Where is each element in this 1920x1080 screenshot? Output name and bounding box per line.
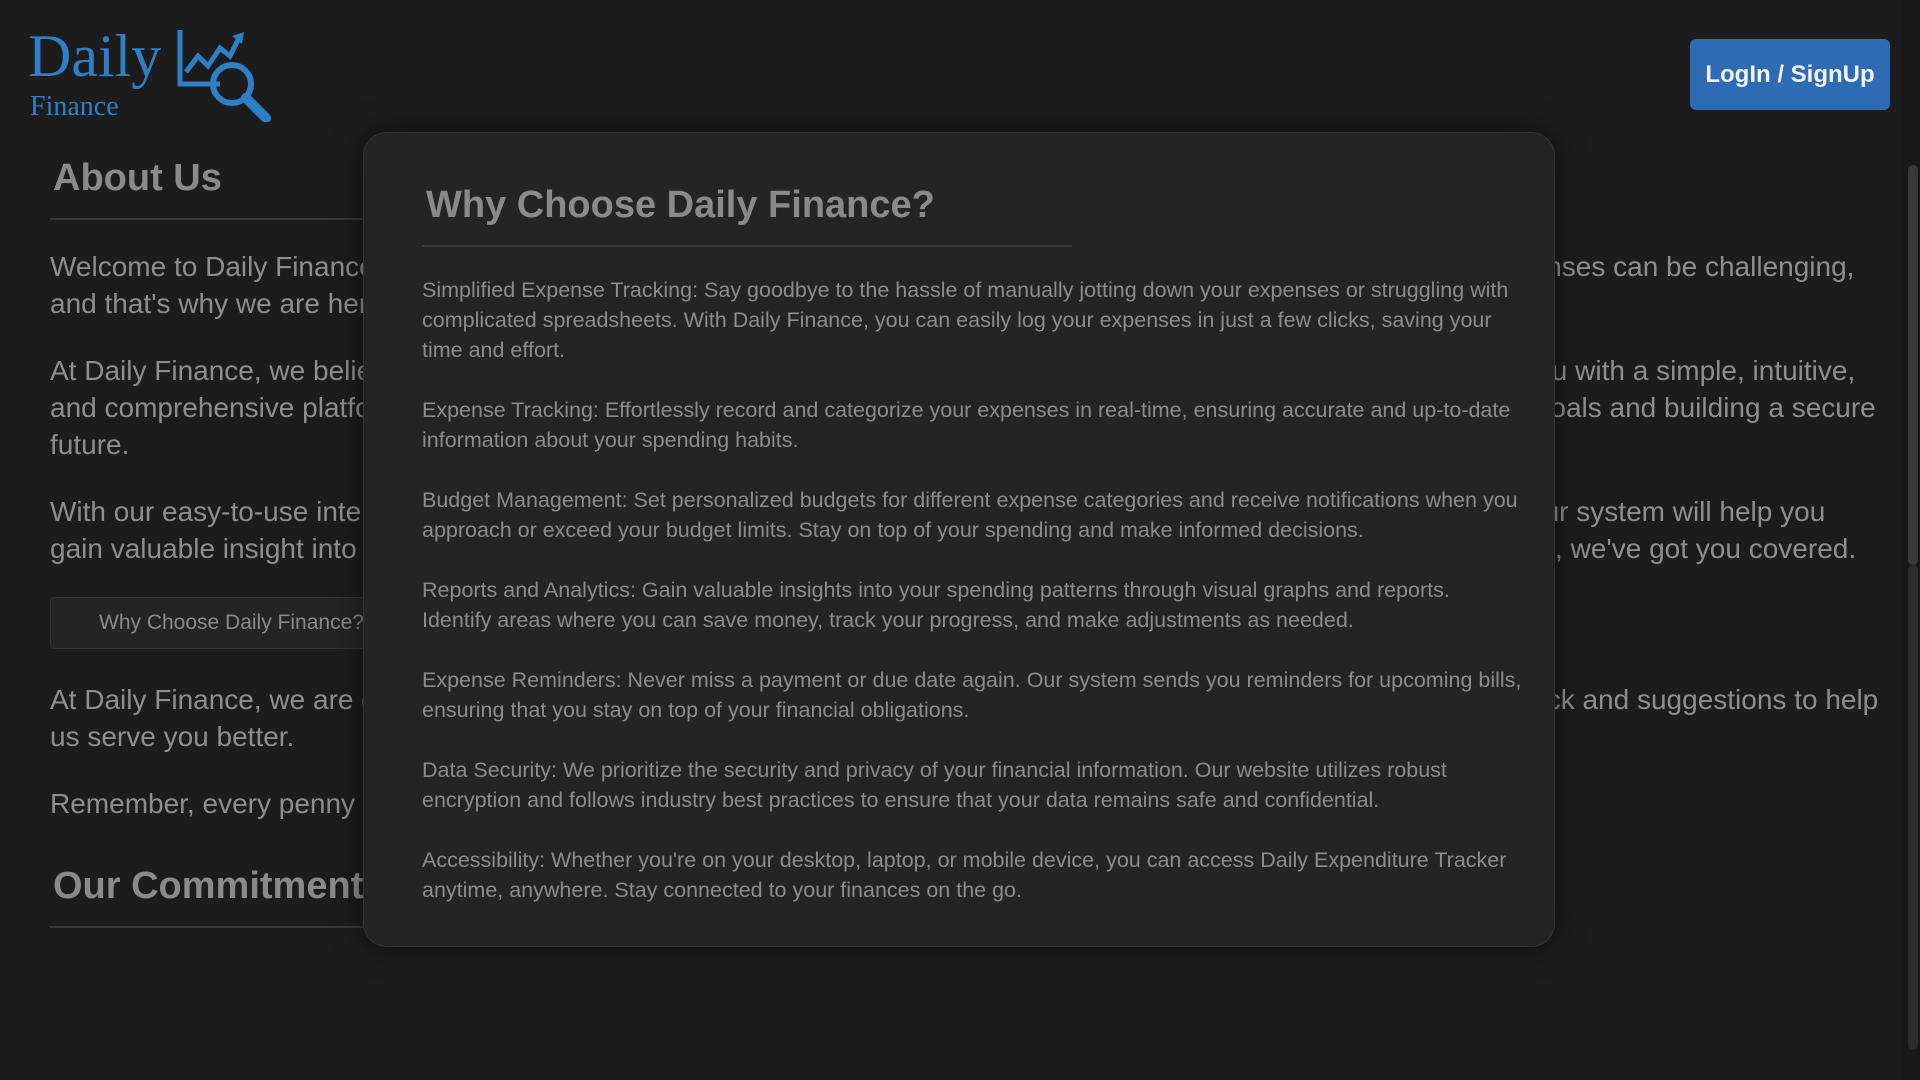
modal-feature-item: Accessibility: Whether you're on your de… — [422, 848, 1507, 902]
scrollbar-thumb[interactable] — [1908, 165, 1918, 565]
logo[interactable]: Daily Finance — [28, 20, 278, 125]
modal-feature-item: Expense Tracking: Effortlessly record an… — [422, 398, 1511, 452]
modal-feature-item: Data Security: We prioritize the securit… — [422, 758, 1447, 812]
modal-feature-item: Expense Reminders: Never miss a payment … — [422, 668, 1522, 722]
logo-word-finance: Finance — [30, 91, 119, 122]
logo-word-daily: Daily — [28, 23, 162, 89]
modal-feature-item: Reports and Analytics: Gain valuable ins… — [422, 578, 1450, 632]
site-header: Daily Finance LogIn / SignUp — [0, 0, 1920, 130]
page-scrollbar[interactable] — [1902, 0, 1920, 1080]
scrollbar-track-lower — [1908, 565, 1918, 1050]
why-choose-modal: Why Choose Daily Finance? Simplified Exp… — [363, 132, 1555, 947]
modal-divider — [422, 245, 1072, 247]
modal-title: Why Choose Daily Finance? — [426, 184, 935, 226]
chart-magnifier-icon — [177, 30, 271, 122]
login-signup-button[interactable]: LogIn / SignUp — [1690, 39, 1890, 110]
why-choose-button[interactable]: Why Choose Daily Finance? — [50, 597, 390, 649]
modal-feature-item: Simplified Expense Tracking: Say goodbye… — [422, 278, 1509, 362]
modal-feature-item: Budget Management: Set personalized budg… — [422, 488, 1518, 542]
